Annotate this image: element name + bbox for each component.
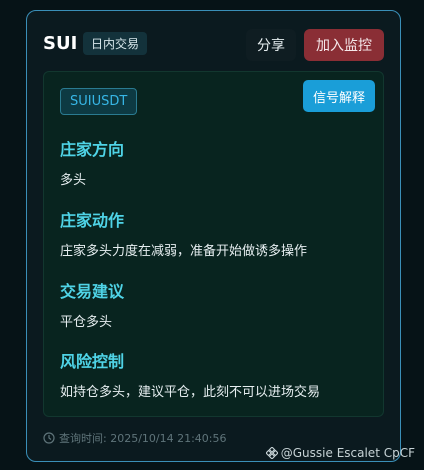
watermark: @Gussie Escalet CpCF bbox=[265, 446, 415, 460]
analysis-panel: SUIUSDT 信号解释 庄家方向 多头 庄家动作 庄家多头力度在减弱，准备开始… bbox=[43, 71, 384, 417]
clock-icon bbox=[43, 432, 55, 444]
section-title-direction: 庄家方向 bbox=[60, 140, 125, 159]
trade-type-badge: 日内交易 bbox=[83, 32, 148, 55]
add-monitor-button[interactable]: 加入监控 bbox=[304, 29, 384, 61]
section-body-direction: 多头 bbox=[60, 173, 87, 188]
section-body-advice: 平仓多头 bbox=[60, 315, 113, 330]
coin-symbol: SUI bbox=[43, 33, 78, 54]
card-header: SUI 日内交易 分享 加入监控 bbox=[43, 29, 384, 63]
query-time-footer: 查询时间: 2025/10/14 21:40:56 bbox=[43, 430, 227, 446]
query-time-text: 查询时间: 2025/10/14 21:40:56 bbox=[59, 432, 227, 445]
section-title-risk: 风险控制 bbox=[60, 352, 125, 371]
section-body-action: 庄家多头力度在减弱，准备开始做诱多操作 bbox=[60, 244, 308, 259]
signal-explain-button[interactable]: 信号解释 bbox=[303, 80, 375, 112]
section-title-action: 庄家动作 bbox=[60, 211, 125, 230]
share-button[interactable]: 分享 bbox=[246, 29, 296, 61]
section-title-advice: 交易建议 bbox=[60, 282, 125, 301]
pair-badge: SUIUSDT bbox=[60, 88, 138, 115]
signal-card: SUI 日内交易 分享 加入监控 SUIUSDT 信号解释 庄家方向 多头 庄家… bbox=[26, 10, 401, 462]
binance-logo-icon bbox=[265, 447, 278, 459]
section-body-risk: 如持仓多头，建议平仓，此刻不可以进场交易 bbox=[60, 385, 321, 400]
watermark-text: @Gussie Escalet CpCF bbox=[280, 446, 415, 460]
